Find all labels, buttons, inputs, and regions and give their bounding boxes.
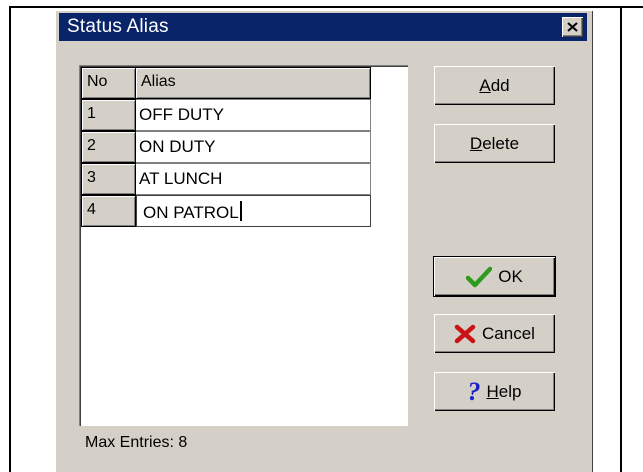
frame-left-border [9,6,11,472]
help-button[interactable]: ? Help [434,372,555,411]
checkmark-icon [466,266,493,288]
delete-label: elete [482,133,520,153]
header-alias[interactable]: Alias [135,67,371,99]
add-mnemonic: A [479,75,491,95]
title-bar[interactable]: Status Alias [59,13,587,41]
header-no[interactable]: No [81,67,136,99]
row-number[interactable]: 2 [81,131,136,163]
alias-edit-text: ON PATROL [143,203,239,222]
x-mark-icon [454,324,476,344]
alias-cell[interactable]: OFF DUTY [136,99,371,131]
alias-cell[interactable]: ON DUTY [136,131,371,163]
alias-cell-editing[interactable]: ON PATROL [136,195,371,227]
help-mnemonic: H [486,381,499,401]
alias-cell[interactable]: AT LUNCH [136,163,371,195]
add-label: dd [490,75,510,95]
text-caret [239,201,242,221]
alias-grid[interactable]: No Alias 1 OFF DUTY 2 ON DUTY 3 AT LUNCH… [79,65,408,426]
max-entries-label: Max Entries: 8 [85,434,188,451]
ok-label: OK [498,266,523,286]
frame-top-border [9,6,643,8]
frame-right-border [620,6,622,472]
status-alias-dialog: Status Alias No Alias 1 OFF DUTY 2 ON DU… [55,10,593,472]
cancel-label: Cancel [482,323,535,343]
close-button[interactable] [562,17,583,37]
ok-button[interactable]: OK [433,256,556,297]
row-number[interactable]: 1 [81,99,136,131]
dialog-title: Status Alias [67,16,169,37]
add-button[interactable]: Add [434,66,555,105]
row-number[interactable]: 4 [81,195,136,227]
cancel-button[interactable]: Cancel [434,314,555,353]
delete-mnemonic: D [469,133,483,153]
close-icon [567,22,578,32]
question-mark-icon: ? [467,376,481,406]
delete-button[interactable]: Delete [434,124,555,163]
row-number[interactable]: 3 [81,163,136,195]
help-label: elp [498,381,522,401]
